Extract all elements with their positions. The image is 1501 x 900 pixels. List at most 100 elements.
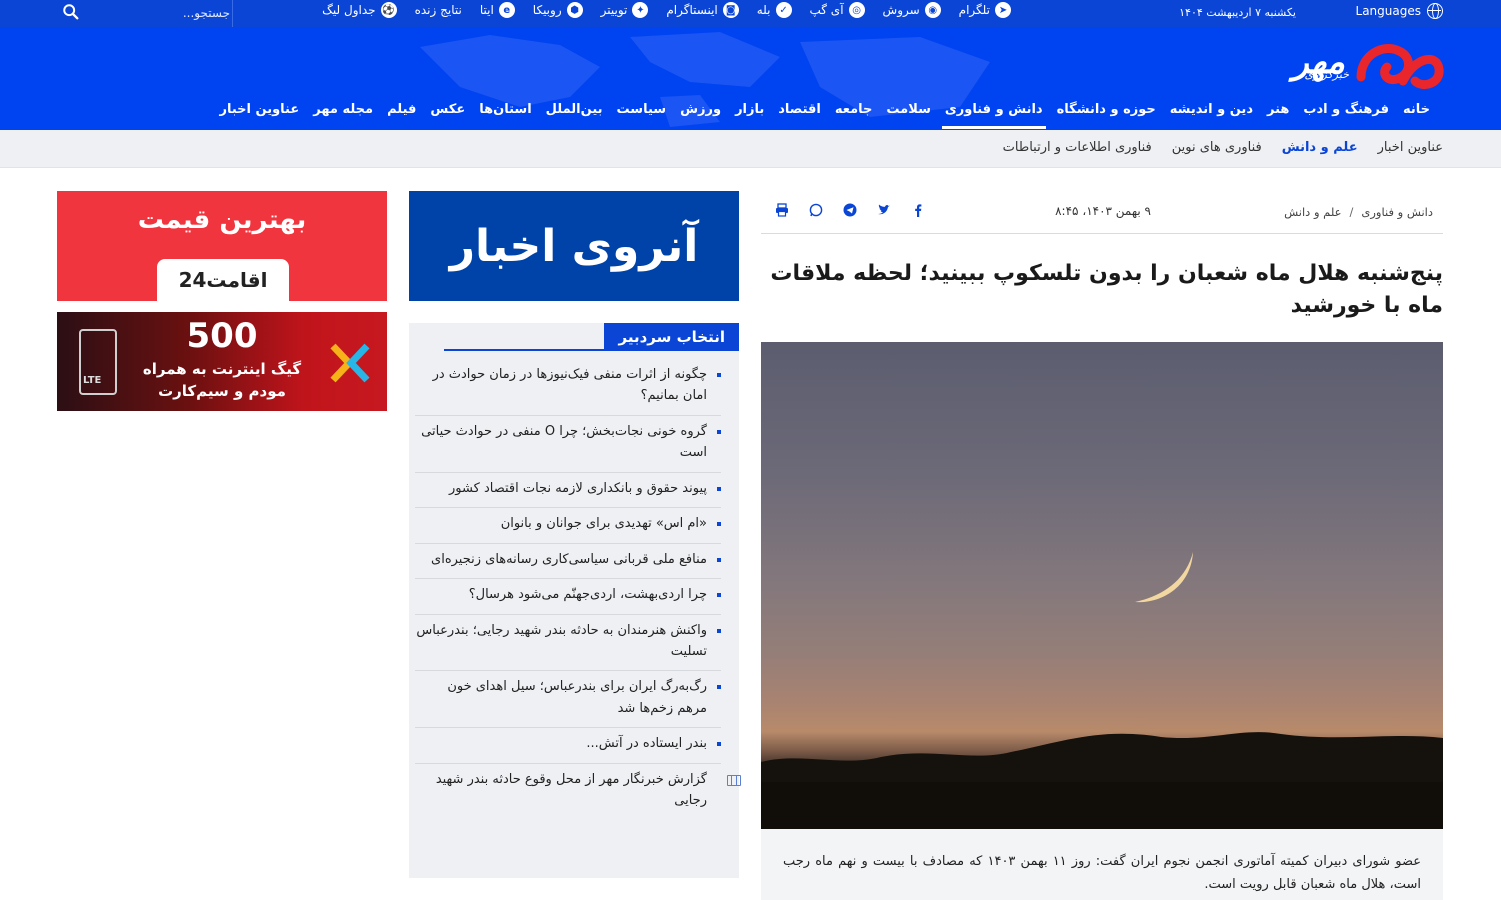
sub-nav-item[interactable]: فناوری های نوین: [1172, 140, 1262, 155]
main-nav-item[interactable]: حوزه و دانشگاه: [1050, 96, 1163, 123]
main-nav-item[interactable]: مجله مهر: [306, 96, 380, 123]
eghamat24-ad[interactable]: بهترین قیمت اقامت24: [57, 191, 387, 301]
article-lead: عضو شورای دبیران کمیته آماتوری انجمن نجو…: [761, 828, 1443, 900]
main-nav-item[interactable]: سیاست: [610, 96, 674, 123]
rubika-icon: ⬢: [566, 2, 583, 18]
operator-x-logo: [330, 343, 370, 383]
main-nav-item[interactable]: بین‌الملل: [539, 96, 610, 123]
editor-pick-item-text: گروه خونی نجات‌بخش؛ چرا O منفی در حوادث …: [421, 423, 707, 461]
social-link[interactable]: ⚽ جداول لیگ: [322, 2, 397, 18]
breadcrumb-item[interactable]: علم و دانش: [1284, 205, 1341, 219]
publish-date: ۹ بهمن ۱۴۰۳، ۸:۴۵: [1055, 204, 1151, 218]
telegram-icon: ➤: [995, 2, 1011, 18]
social-link-label: ایتا: [479, 3, 494, 17]
main-nav-item[interactable]: خانه: [1396, 96, 1437, 123]
internet-sim-ad[interactable]: LTE 500 گیگ اینترنت به همراه مودم و سیم‌…: [57, 312, 387, 411]
main-nav: خانه فرهنگ و ادب هنر دین و اندیشه حوزه و دان…: [212, 96, 1437, 129]
igap-icon: ◎: [848, 2, 865, 18]
editor-pick-item[interactable]: بندر ایستاده در آتش...: [415, 728, 721, 764]
bale-icon: ✓: [775, 2, 792, 18]
article-meta: دانش و فناوری / علم و دانش ۹ بهمن ۱۴۰۳، …: [761, 190, 1443, 234]
breadcrumb-separator: /: [1349, 205, 1354, 219]
social-link[interactable]: ➤ تلگرام: [959, 2, 1011, 18]
eghamat24-ad-headline: بهترین قیمت: [137, 205, 307, 235]
social-link[interactable]: ✓ بله: [757, 2, 792, 18]
editor-pick-title: انتخاب سردبیر: [445, 323, 739, 351]
editor-pick-item[interactable]: چگونه از اثرات منفی فیک‌نیوزها در زمان ح…: [415, 359, 721, 416]
topbar-divider: [232, 0, 233, 27]
main-nav-item[interactable]: استان‌ها: [472, 96, 538, 123]
mehr-logo[interactable]: مهر خبرگزاری: [1205, 34, 1445, 104]
article-hero-image: [761, 341, 1443, 829]
site-header: مهر خبرگزاری خانه فرهنگ و ادب هنر دین و اند…: [0, 27, 1501, 130]
facebook-share-icon[interactable]: [911, 203, 925, 217]
logo-subtitle: خبرگزاری: [1304, 68, 1349, 81]
editor-pick-item-text: بندر ایستاده در آتش...: [586, 736, 707, 752]
sub-nav-item[interactable]: علم و دانش: [1282, 140, 1358, 155]
social-link[interactable]: ⬢ روبیکا: [533, 2, 583, 18]
main-nav-item[interactable]: فیلم: [380, 96, 423, 123]
editor-pick-list: چگونه از اثرات منفی فیک‌نیوزها در زمان ح…: [415, 359, 741, 820]
main-nav-item[interactable]: عکس: [423, 96, 472, 123]
twitter-icon: ✦: [632, 2, 649, 18]
editor-pick-item[interactable]: پیوند حقوق و بانکداری لازمه نجات اقتصاد …: [415, 473, 721, 509]
social-link[interactable]: e ایتا: [480, 2, 515, 18]
editor-pick-item-text: چرا اردی‌بهشت، اردی‌جهنّم می‌شود هرسال؟: [468, 587, 707, 603]
crescent-moon-photo: [761, 551, 1443, 829]
main-nav-item[interactable]: جامعه: [828, 96, 880, 123]
editor-pick-box: انتخاب سردبیر چگونه از اثرات منفی فیک‌نی…: [409, 323, 741, 878]
whatsapp-icon[interactable]: [809, 203, 823, 217]
main-nav-item[interactable]: فرهنگ و ادب: [1296, 96, 1396, 123]
editor-pick-item-text: واکنش هنرمندان به حادثه بندر شهید رجایی؛…: [416, 622, 707, 659]
main-nav-item[interactable]: اقتصاد: [771, 96, 828, 123]
social-link[interactable]: نتایج زنده: [415, 3, 462, 17]
editor-pick-item-text: گزارش خبرنگار مهر از محل وقوع حادثه بندر…: [435, 771, 707, 809]
social-link-label: نتایج زنده: [414, 3, 462, 17]
editor-pick-item[interactable]: «ام اس» تهدیدی برای جوانان و بانوان: [415, 508, 721, 544]
main-nav-item[interactable]: ورزش: [673, 96, 728, 123]
news-banner-ad[interactable]: آنروی اخبار: [409, 191, 739, 301]
sub-nav-item[interactable]: فناوری اطلاعات و ارتباطات: [1003, 140, 1152, 155]
eghamat24-ad-brand: اقامت24: [157, 259, 289, 301]
main-nav-item[interactable]: دانش و فناوری: [938, 96, 1050, 129]
editor-pick-item[interactable]: رگ‌به‌رگ ایران برای بندرعباس؛ سیل اهدای …: [415, 671, 721, 729]
search-input[interactable]: [110, 3, 230, 23]
telegram-share-icon[interactable]: [843, 203, 857, 217]
social-link-label: توییتر: [600, 3, 628, 17]
main-nav-item[interactable]: سلامت: [879, 96, 937, 123]
social-link[interactable]: ✦ توییتر: [601, 2, 649, 18]
editor-pick-item[interactable]: منافع ملی قربانی سیاسی‌کاری رسانه‌های زن…: [415, 544, 721, 580]
main-nav-item[interactable]: هنر: [1260, 96, 1296, 123]
breadcrumb-item[interactable]: دانش و فناوری: [1361, 205, 1433, 219]
social-link-label: جداول لیگ: [322, 3, 376, 17]
main-nav-item[interactable]: عناوین اخبار: [212, 96, 306, 123]
social-link[interactable]: ◉ سروش: [883, 2, 941, 18]
social-link-label: اینستاگرام: [666, 3, 718, 17]
editor-pick-item[interactable]: گروه خونی نجات‌بخش؛ چرا O منفی در حوادث …: [415, 416, 721, 473]
current-date: یکشنبه ۷ اردیبهشت ۱۴۰۴: [1179, 6, 1296, 19]
main-nav-item[interactable]: دین و اندیشه: [1163, 96, 1260, 123]
social-link-label: سروش: [882, 3, 920, 17]
video-icon: [727, 774, 741, 786]
football-icon: ⚽: [380, 2, 397, 18]
sub-nav-item[interactable]: عناوین اخبار: [1378, 140, 1443, 155]
article-headline: پنج‌شنبه هلال ماه شعبان را بدون تلسکوپ ب…: [770, 261, 1443, 318]
social-link-label: آی گپ: [809, 3, 844, 17]
editor-pick-item[interactable]: گزارش خبرنگار مهر از محل وقوع حادثه بندر…: [415, 764, 741, 820]
eitaa-icon: e: [498, 2, 515, 18]
social-links: ➤ تلگرام ◉ سروش ◎ آی گپ ✓ بله ◙ اینستاگرام ✦ توییتر…: [322, 2, 1011, 18]
social-link[interactable]: ◙ اینستاگرام: [666, 2, 739, 18]
social-link[interactable]: ◎ آی گپ: [810, 2, 865, 18]
editor-pick-item-text: چگونه از اثرات منفی فیک‌نیوزها در زمان ح…: [432, 367, 707, 404]
main-nav-item[interactable]: بازار: [728, 96, 771, 123]
editor-pick-item[interactable]: چرا اردی‌بهشت، اردی‌جهنّم می‌شود هرسال؟: [415, 579, 721, 615]
search-icon[interactable]: [62, 3, 80, 21]
editor-pick-item-text: «ام اس» تهدیدی برای جوانان و بانوان: [500, 516, 707, 532]
twitter-share-icon[interactable]: [877, 203, 891, 217]
social-link-label: روبیکا: [532, 3, 562, 17]
editor-pick-item[interactable]: واکنش هنرمندان به حادثه بندر شهید رجایی؛…: [415, 615, 721, 672]
languages-link[interactable]: Languages: [1356, 3, 1443, 19]
share-buttons: [775, 203, 925, 217]
print-icon[interactable]: [775, 203, 789, 217]
middle-column: آنروی اخبار انتخاب سردبیر چگونه از اثرات…: [409, 191, 741, 878]
